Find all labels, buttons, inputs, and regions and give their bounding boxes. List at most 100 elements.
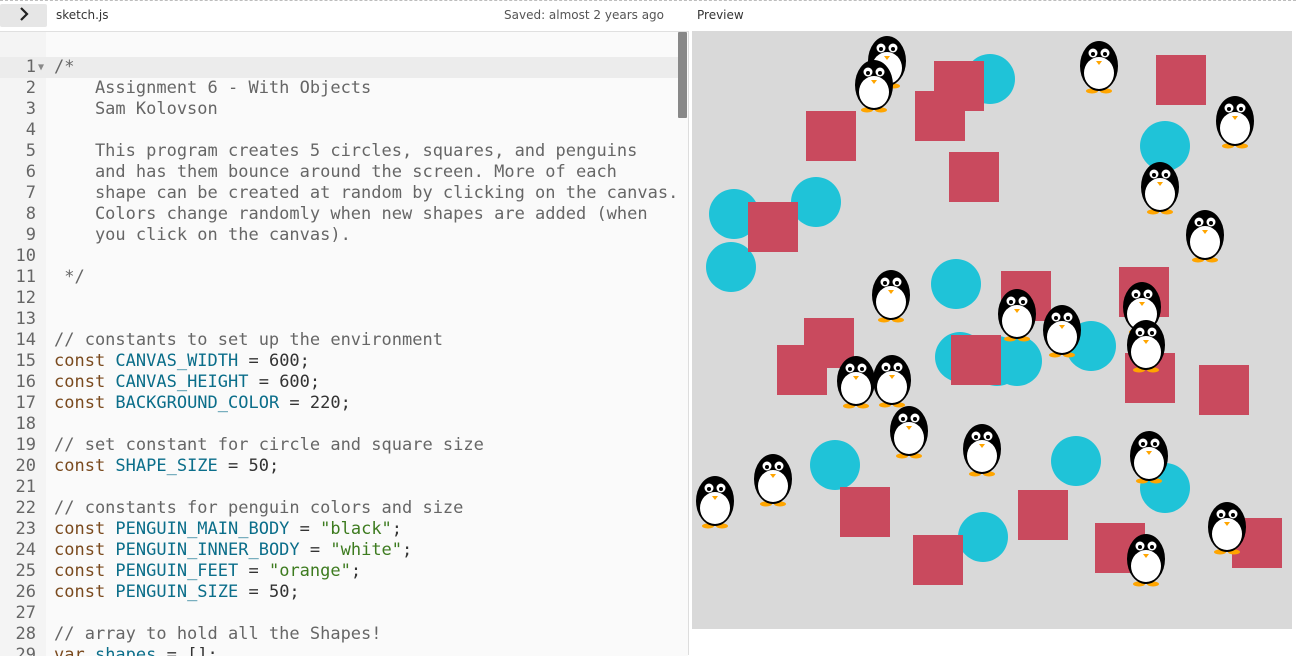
pane-divider[interactable]: [688, 31, 689, 655]
code-line[interactable]: 15 const CANVAS_WIDTH = 600;: [0, 351, 678, 372]
editor-toolbar: sketch.js Saved: almost 2 years ago Prev…: [0, 0, 1296, 31]
code-line[interactable]: 20 const SHAPE_SIZE = 50;: [0, 456, 678, 477]
code-token: This program creates 5 circles, squares,…: [54, 141, 638, 161]
code-token: */: [54, 267, 85, 287]
code-token: CANVAS_WIDTH: [115, 351, 239, 371]
line-number: 11: [15, 267, 36, 287]
code-line[interactable]: 4: [0, 120, 678, 141]
code-line[interactable]: 8 Colors change randomly when new shapes…: [0, 204, 678, 225]
code-text: const PENGUIN_INNER_BODY = "white";: [54, 540, 412, 561]
penguin-shape: [1127, 534, 1165, 587]
toggle-sidebar-button[interactable]: [0, 4, 47, 27]
square-shape: [949, 152, 999, 202]
penguin-shape: [998, 289, 1036, 342]
penguin-shape: [696, 476, 734, 529]
code-token: =: [289, 519, 321, 539]
code-line[interactable]: 21: [0, 477, 678, 498]
code-token: "black": [320, 519, 392, 539]
code-text: // array to hold all the Shapes!: [54, 624, 382, 645]
code-token: PENGUIN_SIZE: [115, 582, 239, 602]
code-line[interactable]: 22 // constants for penguin colors and si…: [0, 498, 678, 519]
code-line[interactable]: 27: [0, 603, 678, 624]
code-text: const BACKGROUND_COLOR = 220;: [54, 393, 351, 414]
editor-scrollbar[interactable]: [678, 32, 687, 118]
code-text: Assignment 6 - With Objects: [54, 78, 371, 99]
code-token: SHAPE_SIZE: [115, 456, 218, 476]
code-token: CANVAS_HEIGHT: [115, 372, 249, 392]
code-line[interactable]: 24 const PENGUIN_INNER_BODY = "white";: [0, 540, 678, 561]
code-token: var: [54, 645, 95, 656]
code-editor[interactable]: 1 ▼/* 2 Assignment 6 - With Objects 3 Sam K…: [0, 31, 688, 656]
line-number: 3: [25, 99, 36, 119]
line-number: 12: [15, 288, 36, 308]
line-number: 26: [15, 582, 36, 602]
code-token: BACKGROUND_COLOR: [115, 393, 280, 413]
code-token: const: [54, 561, 116, 581]
code-line[interactable]: 3 Sam Kolovson: [0, 99, 678, 120]
code-line[interactable]: 29 var shapes = [];: [0, 645, 678, 656]
square-shape: [840, 487, 890, 537]
preview-label: Preview: [697, 8, 744, 22]
code-line[interactable]: 7 shape can be created at random by clic…: [0, 183, 679, 204]
saved-status: Saved: almost 2 years ago: [504, 8, 665, 22]
code-token: // constants to set up the environment: [54, 330, 443, 350]
code-token: // set constant for circle and square si…: [54, 435, 484, 455]
sketch-svg[interactable]: [692, 31, 1292, 629]
file-name[interactable]: sketch.js: [56, 8, 108, 22]
code-line[interactable]: 2 Assignment 6 - With Objects: [0, 78, 678, 99]
preview-canvas[interactable]: [692, 31, 1292, 629]
circle-shape: [791, 177, 841, 227]
code-line[interactable]: 28 // array to hold all the Shapes!: [0, 624, 678, 645]
code-line[interactable]: 1 ▼ /*: [0, 57, 678, 78]
code-line[interactable]: 18: [0, 414, 678, 435]
circle-shape: [810, 440, 860, 490]
code-lines[interactable]: 1 ▼/* 2 Assignment 6 - With Objects 3 Sam K…: [0, 57, 679, 656]
line-number: 10: [15, 246, 36, 266]
code-token: Colors change randomly when new shapes a…: [54, 204, 648, 224]
code-token: // constants for penguin colors and size: [54, 498, 464, 518]
penguin-shape: [754, 454, 792, 507]
code-text: // constants for penguin colors and size: [54, 498, 463, 519]
code-line[interactable]: 19 // set constant for circle and square …: [0, 435, 678, 456]
code-line[interactable]: 13: [0, 309, 678, 330]
line-number: 21: [15, 477, 36, 497]
square-shape: [1156, 55, 1206, 105]
code-line[interactable]: 23 const PENGUIN_MAIN_BODY = "black";: [0, 519, 678, 540]
code-text: // constants to set up the environment: [54, 330, 443, 351]
code-line[interactable]: 9 you click on the canvas).: [0, 225, 678, 246]
line-number: 18: [15, 414, 36, 434]
penguin-shape: [873, 355, 911, 408]
code-token: = 600;: [238, 351, 310, 371]
penguin-shape: [872, 270, 910, 323]
code-token: PENGUIN_INNER_BODY: [115, 540, 300, 560]
code-line[interactable]: 14 // constants to set up the environment: [0, 330, 678, 351]
code-line[interactable]: 6 and has them bounce around the screen.…: [0, 162, 678, 183]
code-line[interactable]: 17 const BACKGROUND_COLOR = 220;: [0, 393, 678, 414]
line-number: 1: [25, 57, 36, 77]
code-line[interactable]: 12: [0, 288, 678, 309]
code-token: shapes: [94, 645, 157, 656]
code-line[interactable]: 5 This program creates 5 circles, square…: [0, 141, 678, 162]
line-number: 8: [25, 204, 36, 224]
line-number: 28: [15, 624, 36, 644]
code-token: ;: [391, 519, 403, 539]
code-token: const: [54, 393, 116, 413]
line-number: 16: [15, 372, 36, 392]
fold-arrow-icon[interactable]: ▼: [38, 57, 44, 78]
code-token: Assignment 6 - With Objects: [54, 78, 372, 98]
code-line[interactable]: 10: [0, 246, 678, 267]
square-shape: [806, 111, 856, 161]
code-line[interactable]: 11 */: [0, 267, 678, 288]
code-token: ;: [350, 561, 362, 581]
code-token: const: [54, 519, 116, 539]
line-number: 20: [15, 456, 36, 476]
code-text: and has them bounce around the screen. M…: [54, 162, 617, 183]
code-line[interactable]: 26 const PENGUIN_SIZE = 50;: [0, 582, 678, 603]
code-text: // set constant for circle and square si…: [54, 435, 484, 456]
code-line[interactable]: 25 const PENGUIN_FEET = "orange";: [0, 561, 678, 582]
code-token: Sam Kolovson: [54, 99, 218, 119]
code-line[interactable]: 16 const CANVAS_HEIGHT = 600;: [0, 372, 678, 393]
code-token: const: [54, 372, 116, 392]
penguin-shape: [1216, 96, 1254, 149]
code-text: const SHAPE_SIZE = 50;: [54, 456, 279, 477]
